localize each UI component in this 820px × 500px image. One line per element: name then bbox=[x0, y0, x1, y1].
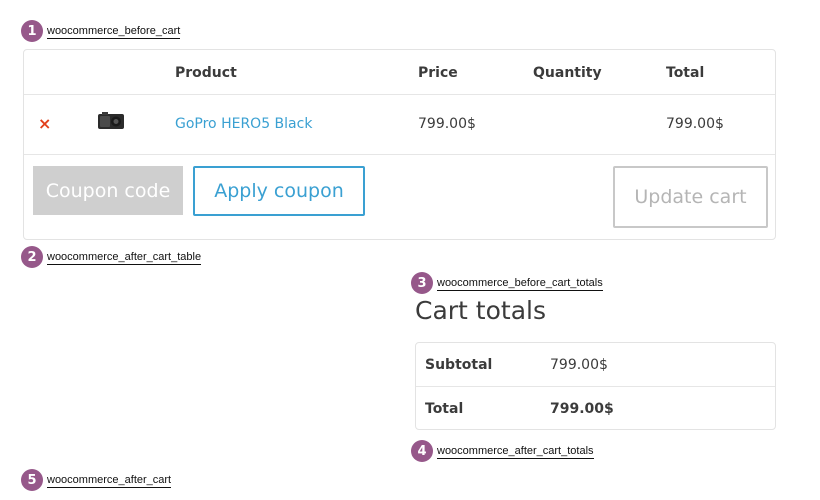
hook-number-badge: 2 bbox=[21, 246, 43, 268]
total-value: 799.00$ bbox=[550, 401, 614, 417]
hook-label: woocommerce_before_cart bbox=[47, 24, 181, 39]
hook-number-badge: 1 bbox=[21, 20, 43, 42]
item-total: 799.00$ bbox=[666, 116, 724, 132]
remove-item-icon[interactable]: × bbox=[38, 114, 51, 133]
column-header-product: Product bbox=[175, 65, 237, 81]
hook-before-cart-totals: 3 woocommerce_before_cart_totals bbox=[411, 272, 603, 294]
cart-table: Product Price Quantity Total × GoPro HER… bbox=[23, 49, 776, 240]
hook-number-badge: 3 bbox=[411, 272, 433, 294]
hook-number-badge: 4 bbox=[411, 440, 433, 462]
item-price: 799.00$ bbox=[418, 116, 476, 132]
hook-label: woocommerce_after_cart_table bbox=[47, 250, 202, 265]
cart-totals-title: Cart totals bbox=[415, 296, 546, 325]
hook-label: woocommerce_after_cart_totals bbox=[437, 444, 594, 459]
product-name-link[interactable]: GoPro HERO5 Black bbox=[175, 116, 312, 132]
divider bbox=[24, 94, 775, 95]
hook-after-cart-totals: 4 woocommerce_after_cart_totals bbox=[411, 440, 594, 462]
hook-after-cart: 5 woocommerce_after_cart bbox=[21, 469, 172, 491]
subtotal-value: 799.00$ bbox=[550, 357, 608, 373]
hook-label: woocommerce_before_cart_totals bbox=[437, 276, 603, 291]
column-header-price: Price bbox=[418, 65, 458, 81]
column-header-total: Total bbox=[666, 65, 705, 81]
cart-totals-table: Subtotal 799.00$ Total 799.00$ bbox=[415, 342, 776, 430]
hook-before-cart: 1 woocommerce_before_cart bbox=[21, 20, 181, 42]
hook-label: woocommerce_after_cart bbox=[47, 473, 172, 488]
total-label: Total bbox=[425, 401, 464, 417]
coupon-code-input[interactable]: Coupon code bbox=[33, 166, 183, 215]
divider bbox=[416, 386, 775, 387]
hook-after-cart-table: 2 woocommerce_after_cart_table bbox=[21, 246, 202, 268]
divider bbox=[24, 154, 775, 155]
subtotal-label: Subtotal bbox=[425, 357, 493, 373]
column-header-quantity: Quantity bbox=[533, 65, 602, 81]
hook-number-badge: 5 bbox=[21, 469, 43, 491]
apply-coupon-button[interactable]: Apply coupon bbox=[193, 166, 365, 216]
product-thumbnail[interactable] bbox=[96, 110, 126, 132]
update-cart-button[interactable]: Update cart bbox=[613, 166, 768, 228]
